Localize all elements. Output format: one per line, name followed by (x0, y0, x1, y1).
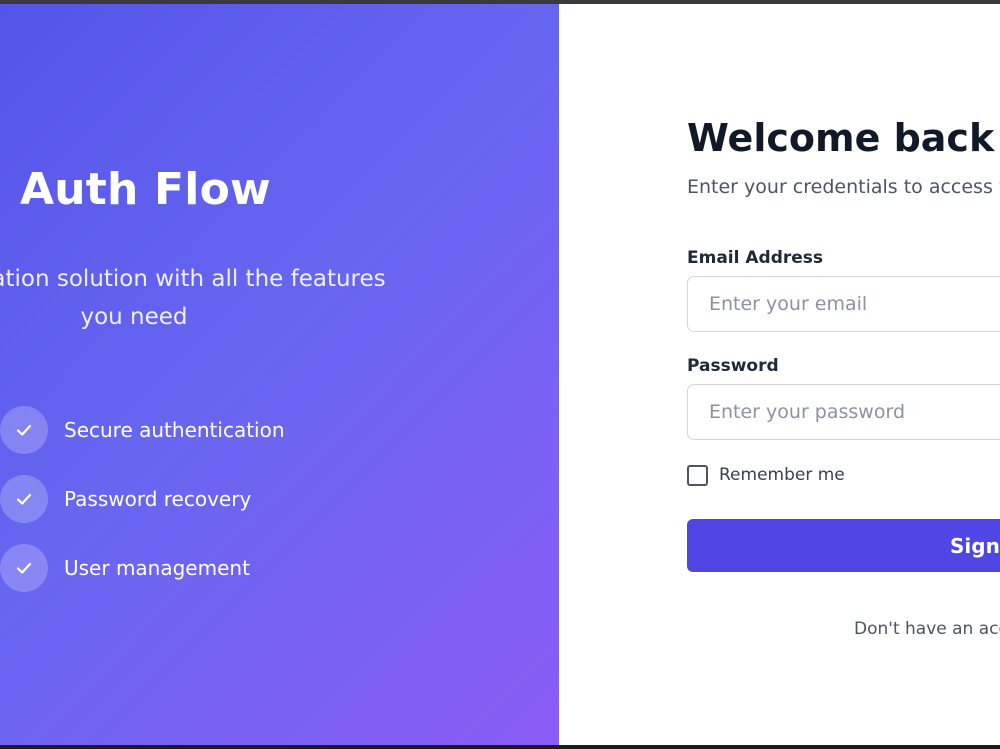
form-subtitle: Enter your credentials to access yo (687, 176, 1000, 198)
feature-item: Password recovery (0, 475, 400, 523)
window-bottom-edge (0, 745, 1000, 749)
brand-title: Auth Flow (20, 164, 271, 215)
check-icon (0, 544, 48, 592)
form-heading: Welcome back (687, 116, 995, 160)
check-icon (0, 406, 48, 454)
password-field[interactable] (687, 384, 1000, 440)
sign-in-button[interactable]: Sign (687, 519, 1000, 572)
login-panel: Welcome back Enter your credentials to a… (559, 4, 1000, 745)
feature-label: Password recovery (64, 487, 252, 511)
password-label: Password (687, 356, 779, 376)
remember-me-row[interactable]: Remember me (687, 463, 845, 487)
brand-tagline: authentication solution with all the fea… (0, 266, 386, 330)
remember-me-checkbox[interactable] (687, 464, 708, 486)
feature-item: Secure authentication (0, 406, 400, 454)
email-label: Email Address (687, 248, 824, 268)
remember-me-label: Remember me (719, 465, 845, 485)
signup-prompt: Don't have an acc (854, 619, 1000, 639)
email-field[interactable] (687, 276, 1000, 332)
feature-item: User management (0, 544, 400, 592)
brand-panel: Auth Flow authentication solution with a… (0, 4, 559, 745)
feature-label: User management (64, 556, 250, 580)
feature-label: Secure authentication (64, 418, 285, 442)
check-icon (0, 475, 48, 523)
